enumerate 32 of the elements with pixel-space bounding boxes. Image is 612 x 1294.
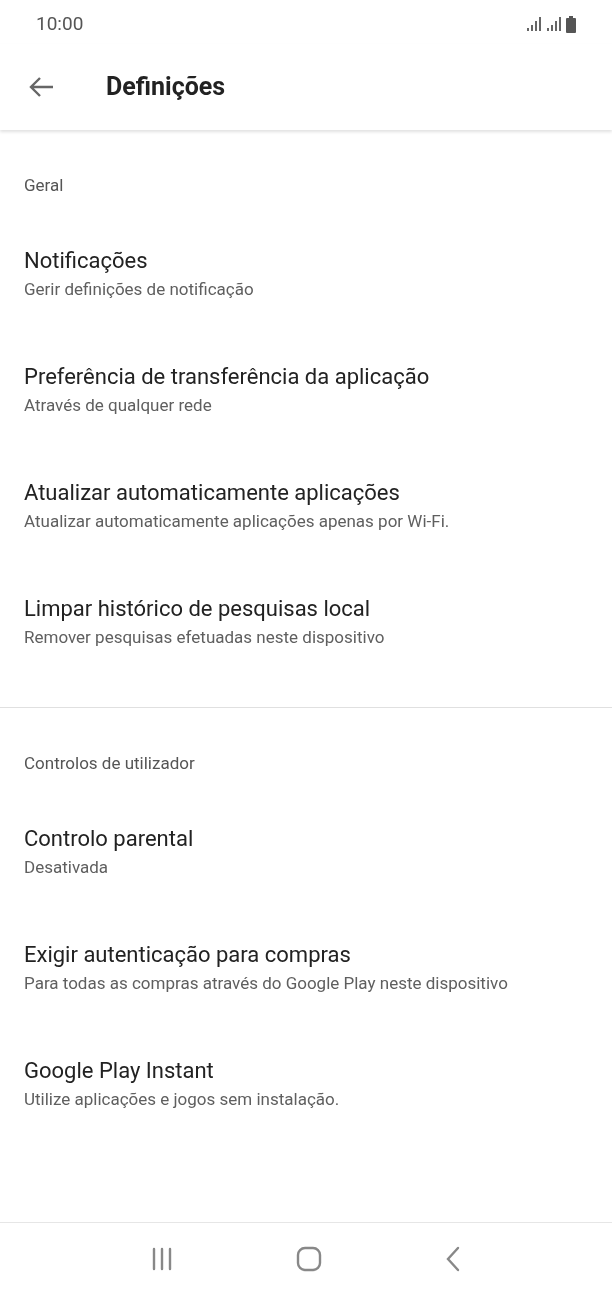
status-time: 10:00 [36,10,84,37]
battery-icon [566,15,576,33]
item-subtitle: Gerir definições de notificação [24,278,255,301]
item-subtitle: Desativada [24,856,110,879]
settings-item[interactable]: Exigir autenticação para compras Para todas as compras através do Google Play neste dispositivo [0,910,612,1026]
item-subtitle: Remover pesquisas efetuadas neste dispositivo [24,626,386,649]
item-title: Limpar histórico de pesquisas local [24,595,372,623]
section-header: Controlos de utilizador [24,752,196,774]
item-title: Atualizar automaticamente aplicações [24,479,401,507]
item-subtitle: Utilize aplicações e jogos sem instalação. [24,1088,341,1111]
item-subtitle: Através de qualquer rede [24,394,213,417]
page-title: Definições [106,71,226,104]
section-header: Geral [24,174,65,196]
signal-icon [526,16,544,32]
home-icon [296,1245,322,1272]
settings-item[interactable]: Preferência de transferência da aplicação Através de qualquer rede [0,332,612,448]
signal-icon [546,16,564,32]
back-arrow-icon [28,76,54,98]
item-title: Preferência de transferência da aplicação [24,363,431,391]
settings-item[interactable]: Limpar histórico de pesquisas local Remover pesquisas efetuadas neste dispositivo [0,564,612,680]
settings-item[interactable]: Controlo parental Desativada [0,794,612,910]
back-icon [444,1245,461,1272]
item-title: Exigir autenticação para compras [24,941,352,969]
item-subtitle: Para todas as compras através do Google Play neste dispositivo [24,972,509,995]
settings-item[interactable]: Google Play Instant Utilize aplicações e jogos sem instalação. [0,1026,612,1142]
item-title: Controlo parental [24,825,195,853]
item-title: Notificações [24,247,149,275]
item-title: Google Play Instant [24,1057,215,1085]
item-subtitle: Atualizar automaticamente aplicações apenas por Wi-Fi. [24,510,451,533]
recent-apps-icon [151,1246,174,1271]
settings-item[interactable]: Atualizar automaticamente aplicações Atualizar automaticamente aplicações apenas por Wi-Fi. [0,448,612,564]
settings-item[interactable]: Notificações Gerir definições de notificação [0,216,612,332]
